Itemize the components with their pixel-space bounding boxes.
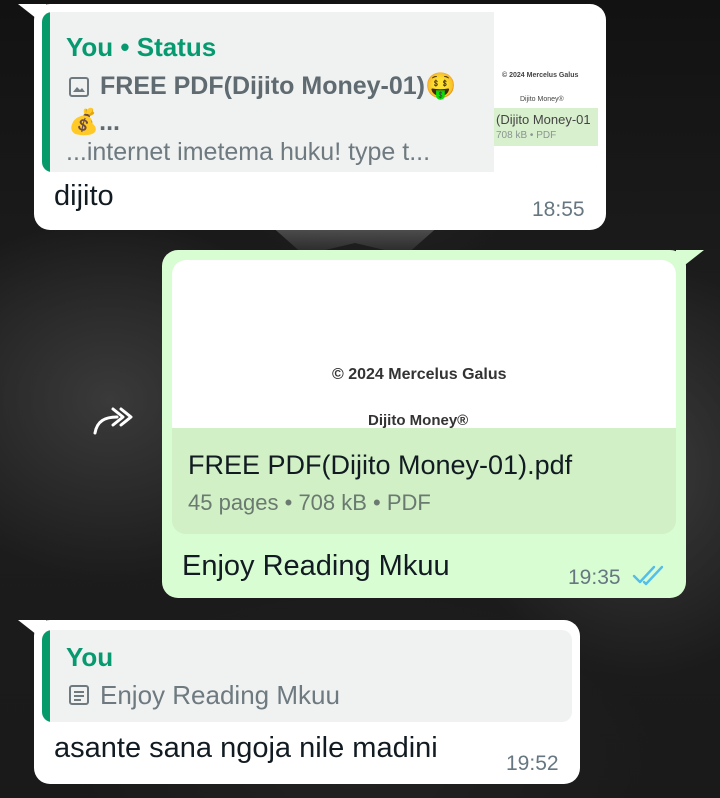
thumbnail-filename: (Dijito Money-01 [496,112,591,127]
quote-author: You [66,642,114,672]
image-icon [68,76,90,103]
message-text: Enjoy Reading Mkuu [182,550,450,582]
message-timestamp: 19:35 [568,566,621,589]
message-text: asante sana ngoja nile madini [54,732,438,764]
forward-button[interactable] [78,396,150,452]
quote-accent-bar [42,630,50,722]
forward-icon [91,405,137,444]
document-info: FREE PDF(Dijito Money-01).pdf 45 pages •… [172,428,676,534]
thumbnail-footer: (Dijito Money-01 708 kB • PDF [494,108,598,146]
quoted-status-preview[interactable]: You • Status FREE PDF(Dijito Money-01)🤑 … [42,12,598,172]
quote-subtitle: ...internet imetema huku! type t... [66,138,431,166]
document-preview-brand: Dijito Money® [368,412,469,429]
quote-title: FREE PDF(Dijito Money-01)🤑 [100,72,457,100]
thumbnail-copyright: © 2024 Mercelus Galus [502,72,579,79]
incoming-message-bubble[interactable]: You Enjoy Reading Mkuu asante sana ngoja… [34,620,580,784]
outgoing-message-bubble[interactable]: © 2024 Mercelus Galus Dijito Money® FREE… [162,250,686,598]
document-preview-copyright: © 2024 Mercelus Galus [332,366,507,383]
quote-author: You • Status [66,32,217,62]
message-timestamp: 19:52 [506,752,559,775]
quote-title: Enjoy Reading Mkuu [100,680,340,710]
quote-title-continued: 💰... [68,108,120,136]
thumbnail-brand: Dijito Money® [520,96,564,103]
document-meta: 45 pages • 708 kB • PDF [188,490,431,515]
document-filename: FREE PDF(Dijito Money-01).pdf [188,450,573,480]
quoted-message-preview[interactable]: You Enjoy Reading Mkuu [42,630,572,722]
document-text-icon [68,684,90,711]
quote-accent-bar [42,12,50,172]
message-timestamp: 18:55 [532,198,585,221]
thumbnail-meta: 708 kB • PDF [496,130,557,141]
message-text: dijito [54,180,114,212]
incoming-message-bubble[interactable]: You • Status FREE PDF(Dijito Money-01)🤑 … [34,4,606,230]
document-attachment[interactable]: © 2024 Mercelus Galus Dijito Money® FREE… [172,260,676,534]
double-check-icon [632,564,666,591]
document-preview[interactable]: © 2024 Mercelus Galus Dijito Money® [172,260,676,429]
quote-thumbnail: © 2024 Mercelus Galus Dijito Money® (Dij… [494,12,598,172]
